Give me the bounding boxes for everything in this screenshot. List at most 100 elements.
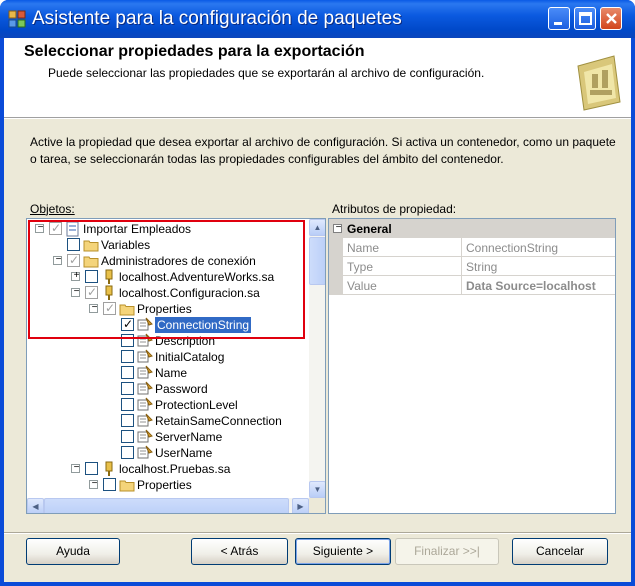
tree-node[interactable]: InitialCatalog (27, 349, 309, 365)
expand-icon[interactable]: + (71, 270, 80, 281)
property-icon (137, 445, 153, 461)
maximize-button[interactable] (574, 7, 596, 30)
check-icon: ✓ (104, 301, 116, 315)
tree-node[interactable]: Name (27, 365, 309, 381)
tree-node-label[interactable]: UserName (155, 446, 212, 460)
finish-button[interactable]: Finalizar >>| (395, 538, 499, 565)
property-icon (137, 397, 153, 413)
wizard-banner-icon (577, 55, 621, 111)
folder-icon (83, 237, 99, 253)
vertical-scroll-thumb[interactable] (309, 237, 325, 285)
tree-node-label[interactable]: Password (155, 382, 208, 396)
tree-node-checkbox[interactable] (121, 414, 134, 427)
close-button[interactable] (600, 7, 622, 30)
tree-node-checkbox[interactable] (121, 350, 134, 363)
tree-node-checkbox[interactable] (121, 398, 134, 411)
back-button[interactable]: < Atrás (191, 538, 288, 565)
check-icon: ✓ (68, 253, 80, 267)
tree-node[interactable]: Variables (27, 237, 309, 253)
tree-node-label[interactable]: Properties (137, 478, 192, 492)
tree-node[interactable]: UserName (27, 445, 309, 461)
tree-node-checkbox[interactable] (121, 334, 134, 347)
minimize-button[interactable] (548, 7, 570, 30)
grid-property-name: Value (343, 276, 462, 295)
tree-node-label[interactable]: ProtectionLevel (155, 398, 238, 412)
tree-node-label[interactable]: Administradores de conexión (101, 254, 256, 268)
wizard-header: Seleccionar propiedades para la exportac… (4, 38, 631, 118)
grid-row-value[interactable]: Value Data Source=localhost (329, 276, 615, 295)
next-button[interactable]: Siguiente > (295, 538, 391, 565)
help-button[interactable]: Ayuda (26, 538, 120, 565)
tree-node[interactable]: − ✓ Administradores de conexión (27, 253, 309, 269)
tree-horizontal-scrollbar[interactable]: ◀ ▶ (27, 498, 309, 513)
tree-node[interactable]: ServerName (27, 429, 309, 445)
tree-node-checkbox[interactable] (121, 446, 134, 459)
collapse-icon[interactable]: − (89, 478, 98, 489)
tree-node[interactable]: − ✓ Properties (27, 301, 309, 317)
wizard-window: Asistente para la configuración de paque… (0, 0, 635, 586)
scroll-down-button[interactable]: ▼ (309, 481, 325, 498)
title-bar[interactable]: Asistente para la configuración de paque… (0, 0, 635, 38)
tree-node-checkbox[interactable]: ✓ (49, 221, 62, 235)
collapse-icon[interactable]: − (89, 302, 98, 313)
tree-node[interactable]: RetainSameConnection (27, 413, 309, 429)
tree-node-label[interactable]: Name (155, 366, 187, 380)
objects-label: Objetos: (30, 202, 75, 216)
tree-node-label[interactable]: localhost.AdventureWorks.sa (119, 270, 274, 284)
tree-node-label[interactable]: localhost.Configuracion.sa (119, 286, 260, 300)
tree-vertical-scrollbar[interactable]: ▲ ▼ (309, 219, 325, 498)
tree-node-label[interactable]: Variables (101, 238, 150, 252)
scroll-up-icon: ▲ (313, 223, 322, 232)
scroll-up-button[interactable]: ▲ (309, 219, 325, 236)
tree-node-label[interactable]: ConnectionString (153, 316, 253, 334)
tree-node-label[interactable]: InitialCatalog (155, 350, 224, 364)
tree-node-checkbox[interactable]: ✓ (67, 253, 80, 267)
grid-row-type[interactable]: Type String (329, 257, 615, 276)
instructions-text: Active la propiedad que desea exportar a… (30, 135, 616, 166)
property-icon (137, 333, 153, 349)
collapse-icon[interactable]: − (71, 286, 80, 297)
property-icon (137, 349, 153, 365)
tree-node[interactable]: + localhost.AdventureWorks.sa (27, 269, 309, 285)
grid-row-name[interactable]: Name ConnectionString (329, 238, 615, 257)
collapse-icon[interactable]: − (71, 462, 80, 473)
grid-category-general[interactable]: − General (329, 219, 615, 238)
tree-node[interactable]: ✓ ConnectionString (27, 316, 309, 334)
tree-node-checkbox[interactable] (121, 366, 134, 379)
tree-node[interactable]: Description (27, 333, 309, 349)
tree-node-checkbox[interactable] (103, 478, 116, 491)
tree-node[interactable]: ProtectionLevel (27, 397, 309, 413)
grid-gutter (329, 238, 343, 257)
collapse-icon[interactable]: − (53, 254, 62, 265)
tree-node[interactable]: − Properties (27, 477, 309, 493)
tree-node-checkbox[interactable] (85, 462, 98, 475)
tree-node-checkbox[interactable] (121, 430, 134, 443)
tree-node[interactable]: − ✓ Importar Empleados (27, 221, 309, 237)
tree-node-checkbox[interactable]: ✓ (85, 285, 98, 299)
tree-node-label[interactable]: localhost.Pruebas.sa (119, 462, 230, 476)
horizontal-scroll-thumb[interactable] (44, 498, 289, 513)
scroll-right-button[interactable]: ▶ (292, 498, 309, 513)
tree-node[interactable]: − ✓ localhost.Configuracion.sa (27, 285, 309, 301)
objects-tree[interactable]: − ✓ Importar Empleados Variables − ✓ Administr… (26, 218, 326, 514)
tree-node-checkbox[interactable]: ✓ (103, 301, 116, 315)
tree-node-checkbox[interactable]: ✓ (121, 317, 134, 331)
tree-node-checkbox[interactable] (121, 382, 134, 395)
grid-category-label: General (347, 222, 392, 236)
tree-node[interactable]: Password (27, 381, 309, 397)
tree-node[interactable]: − localhost.Pruebas.sa (27, 461, 309, 477)
page-subtitle: Puede seleccionar las propiedades que se… (48, 66, 485, 80)
tree-node-label[interactable]: RetainSameConnection (155, 414, 282, 428)
cancel-button[interactable]: Cancelar (512, 538, 608, 565)
collapse-icon[interactable]: − (35, 222, 44, 233)
property-attributes-grid[interactable]: − General Name ConnectionString Type Str… (328, 218, 616, 514)
property-icon (137, 381, 153, 397)
scroll-left-button[interactable]: ◀ (27, 498, 44, 513)
tree-node-checkbox[interactable] (85, 270, 98, 283)
tree-node-label[interactable]: Properties (137, 302, 192, 316)
tree-node-checkbox[interactable] (67, 238, 80, 251)
tree-node-label[interactable]: Description (155, 334, 215, 348)
collapse-icon[interactable]: − (333, 222, 342, 233)
tree-node-label[interactable]: ServerName (155, 430, 222, 444)
tree-node-label[interactable]: Importar Empleados (83, 222, 191, 236)
